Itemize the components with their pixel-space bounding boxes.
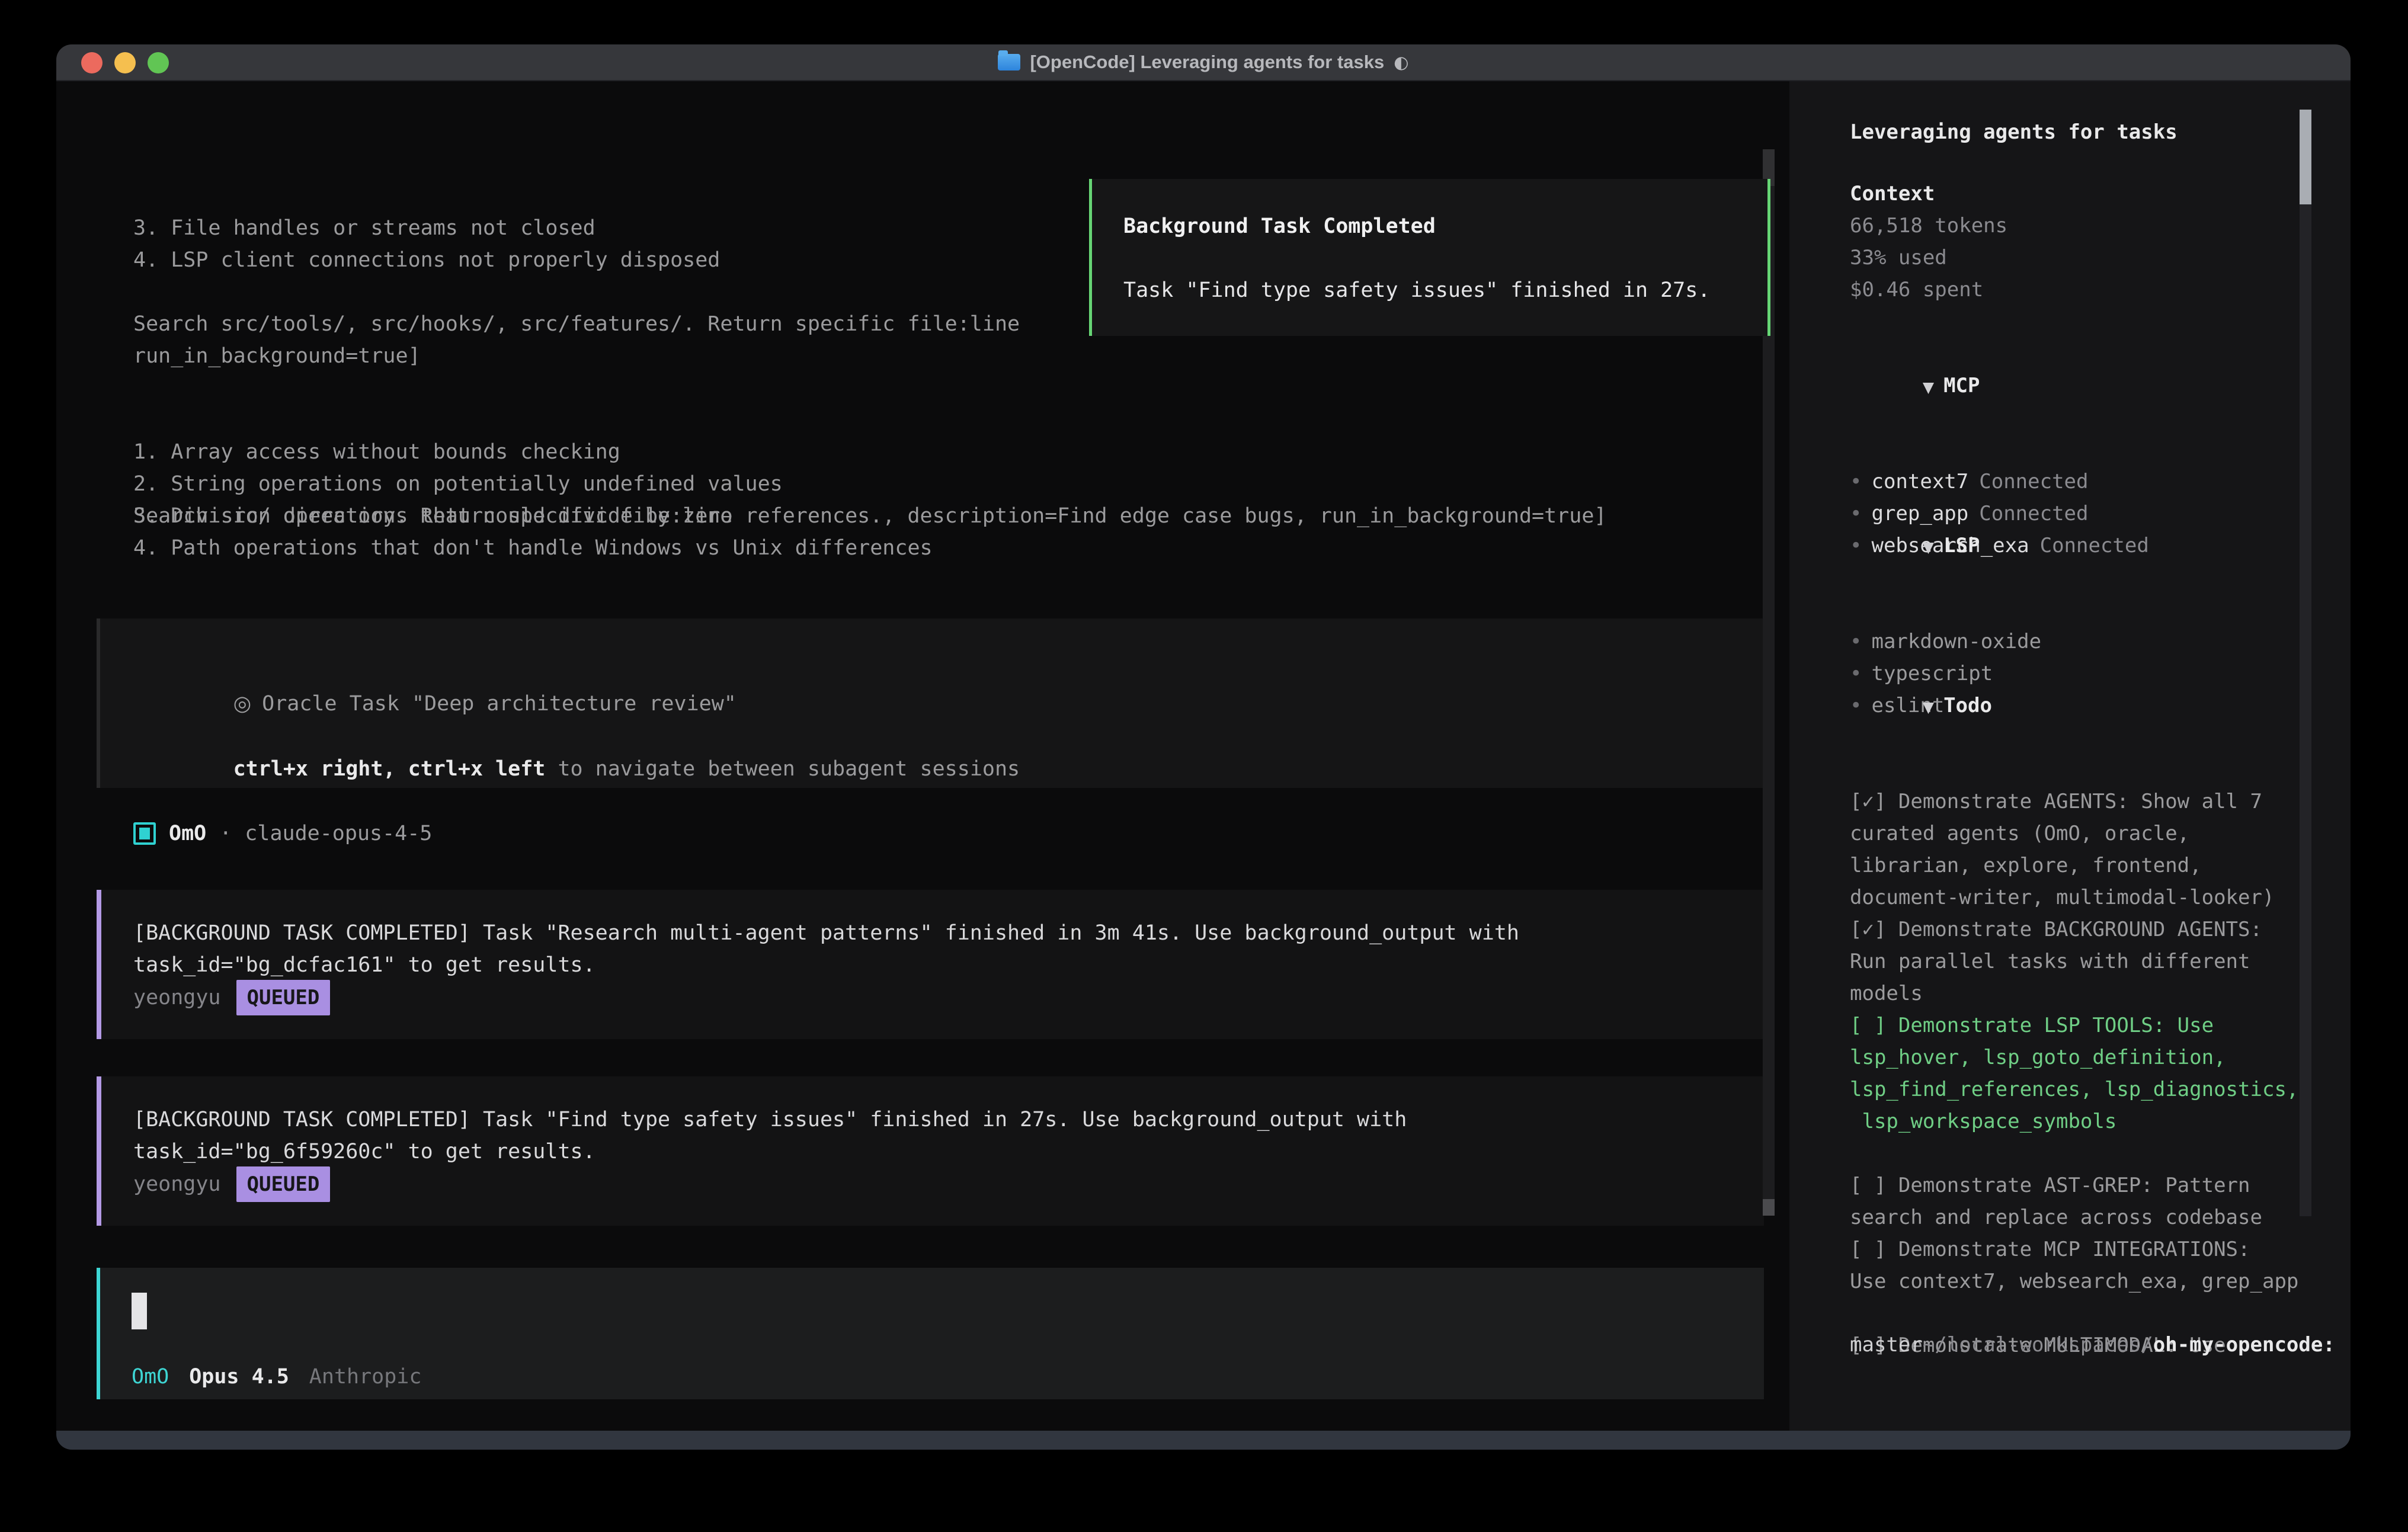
todo-line: lsp_find_references, lsp_diagnostics, bbox=[1850, 1073, 2311, 1105]
terminal-line: 2. String operations on potentially unde… bbox=[133, 468, 1769, 500]
oracle-task-hint: ctrl+x right, ctrl+x left to navigate be… bbox=[133, 721, 1020, 817]
window-titlebar[interactable]: [OpenCode] Leveraging agents for tasks ◐ bbox=[56, 44, 2351, 81]
workspace-branch: master bbox=[1850, 1329, 2311, 1361]
task-message-line1: [BACKGROUND TASK COMPLETED] Task "Find t… bbox=[133, 1104, 1407, 1136]
sidebar-scrollbar[interactable] bbox=[2300, 110, 2311, 1216]
context-spent: $0.46 spent bbox=[1850, 274, 2311, 306]
context-tokens: 66,518 tokens bbox=[1850, 210, 2311, 242]
bullet-icon: • bbox=[1850, 470, 1862, 493]
agent-model: claude-opus-4-5 bbox=[245, 818, 432, 850]
window-bottom-edge bbox=[56, 1431, 2351, 1450]
background-task-card[interactable]: [BACKGROUND TASK COMPLETED] Task "Find t… bbox=[97, 1076, 1764, 1226]
mcp-item: •context7Connected bbox=[1850, 466, 2311, 498]
agent-name: OmO bbox=[169, 818, 206, 850]
hint-text: to navigate between subagent sessions bbox=[545, 757, 1020, 781]
sidebar-scrollbar-thumb[interactable] bbox=[2300, 110, 2311, 204]
minimize-button[interactable] bbox=[114, 52, 136, 73]
todo-line: search and replace across codebase bbox=[1850, 1201, 2311, 1233]
task-author: yeongyu bbox=[133, 982, 221, 1014]
notification-title: Background Task Completed bbox=[1123, 210, 1436, 242]
task-message-line2: task_id="bg_dcfac161" to get results. bbox=[133, 949, 595, 981]
close-button[interactable] bbox=[81, 52, 103, 73]
folder-icon bbox=[998, 54, 1020, 70]
active-agent-label: OmO bbox=[132, 1361, 169, 1393]
task-message-line1: [BACKGROUND TASK COMPLETED] Task "Resear… bbox=[133, 917, 1519, 949]
background-task-notification[interactable]: Background Task Completed Task "Find typ… bbox=[1089, 179, 1770, 336]
status-badge: QUEUED bbox=[236, 1166, 331, 1202]
terminal-line: 4. Path operations that don't handle Win… bbox=[133, 532, 1769, 564]
task-meta-row: yeongyu QUEUED bbox=[133, 979, 330, 1017]
todo-line: librarian, explore, frontend, bbox=[1850, 850, 2311, 882]
window-title: [OpenCode] Leveraging agents for tasks ◐ bbox=[998, 44, 1408, 81]
prompt-input[interactable]: OmO Opus 4.5 Anthropic bbox=[97, 1268, 1764, 1399]
hint-keys: ctrl+x right, ctrl+x left bbox=[233, 757, 546, 781]
notification-body: Task "Find type safety issues" finished … bbox=[1123, 274, 1710, 306]
window-title-text: [OpenCode] Leveraging agents for tasks bbox=[1030, 44, 1384, 81]
context-heading: Context bbox=[1850, 178, 2311, 210]
task-meta-row: yeongyu QUEUED bbox=[133, 1165, 330, 1203]
model-row: OmO Opus 4.5 Anthropic bbox=[132, 1361, 421, 1393]
opencode-window: [OpenCode] Leveraging agents for tasks ◐… bbox=[56, 44, 2351, 1450]
background-task-card[interactable]: [BACKGROUND TASK COMPLETED] Task "Resear… bbox=[97, 890, 1764, 1039]
todo-line: [✓] Demonstrate AGENTS: Show all 7 bbox=[1850, 786, 2311, 818]
todo-line: [ ] Demonstrate AST-GREP: Pattern bbox=[1850, 1169, 2311, 1201]
todo-list: [✓] Demonstrate AGENTS: Show all 7curate… bbox=[1850, 690, 2311, 1361]
todo-line: Run parallel tasks with different bbox=[1850, 946, 2311, 977]
status-badge: QUEUED bbox=[236, 980, 331, 1015]
session-sidebar[interactable]: Leveraging agents for tasks Context 66,5… bbox=[1789, 81, 2351, 1431]
session-title: Leveraging agents for tasks bbox=[1850, 116, 2311, 148]
text-cursor bbox=[132, 1293, 147, 1329]
lsp-item: •markdown-oxide bbox=[1850, 626, 2311, 658]
provider-label: Anthropic bbox=[309, 1361, 422, 1393]
terminal-line: 1. Array access without bounds checking bbox=[133, 436, 1769, 468]
main-scrollbar-thumb[interactable] bbox=[1763, 1199, 1775, 1216]
search-line: Search src/ directory. Return specific f… bbox=[133, 500, 1769, 532]
maximize-button[interactable] bbox=[148, 52, 169, 73]
oracle-task-box[interactable]: ◎Oracle Task "Deep architecture review" … bbox=[97, 618, 1764, 788]
oracle-task-title: Oracle Task "Deep architecture review" bbox=[262, 692, 737, 716]
todo-line: lsp_workspace_symbols bbox=[1850, 1105, 2311, 1137]
todo-line bbox=[1850, 1137, 2311, 1169]
agent-header: OmO · claude-opus-4-5 bbox=[133, 818, 432, 850]
chat-pane[interactable]: 3. File handles or streams not closed4. … bbox=[56, 81, 1789, 1431]
todo-line: curated agents (OmO, oracle, bbox=[1850, 818, 2311, 850]
active-model-label: Opus 4.5 bbox=[189, 1361, 289, 1393]
task-author: yeongyu bbox=[133, 1168, 221, 1200]
todo-line: [ ] Demonstrate LSP TOOLS: Use bbox=[1850, 1009, 2311, 1041]
bullet-icon: • bbox=[1850, 630, 1862, 653]
context-used: 33% used bbox=[1850, 242, 2311, 274]
record-circle-icon: ◎ bbox=[233, 692, 252, 716]
traffic-lights bbox=[81, 44, 169, 81]
separator-dot: · bbox=[219, 818, 232, 850]
task-message-line2: task_id="bg_6f59260c" to get results. bbox=[133, 1136, 595, 1168]
todo-line: lsp_hover, lsp_goto_definition, bbox=[1850, 1041, 2311, 1073]
todo-line: [ ] Demonstrate MCP INTEGRATIONS: bbox=[1850, 1233, 2311, 1265]
agent-square-icon bbox=[133, 822, 156, 845]
half-moon-icon: ◐ bbox=[1394, 44, 1408, 81]
todo-line: models bbox=[1850, 977, 2311, 1009]
todo-line: document-writer, multimodal-looker) bbox=[1850, 882, 2311, 914]
todo-line: Use context7, websearch_exa, grep_app bbox=[1850, 1265, 2311, 1297]
todo-line: [✓] Demonstrate BACKGROUND AGENTS: bbox=[1850, 914, 2311, 946]
